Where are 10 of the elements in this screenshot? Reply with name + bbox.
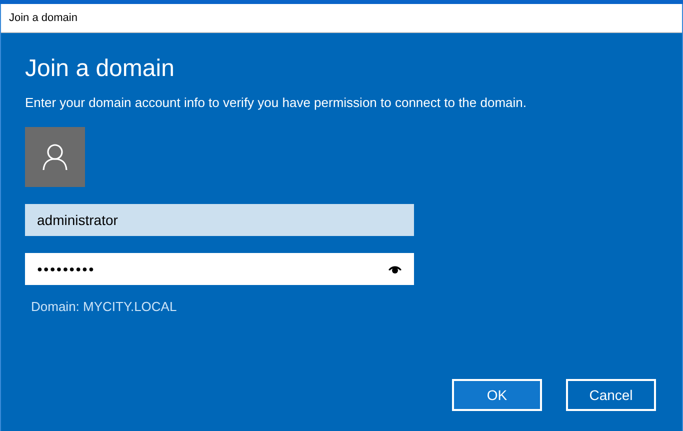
- ok-button[interactable]: OK: [452, 379, 542, 411]
- password-field[interactable]: ●●●●●●●●●: [25, 253, 414, 285]
- dialog-heading: Join a domain: [25, 55, 174, 83]
- cancel-button[interactable]: Cancel: [566, 379, 656, 411]
- eye-icon[interactable]: [388, 264, 402, 274]
- description-text: Enter your domain account info to verify you have permission to connect to the domain.: [25, 95, 526, 110]
- user-avatar-icon: [25, 127, 85, 187]
- window-title: Join a domain: [9, 12, 78, 24]
- domain-label: Domain: MYCITY.LOCAL: [30, 299, 177, 314]
- username-field[interactable]: administrator: [25, 204, 414, 236]
